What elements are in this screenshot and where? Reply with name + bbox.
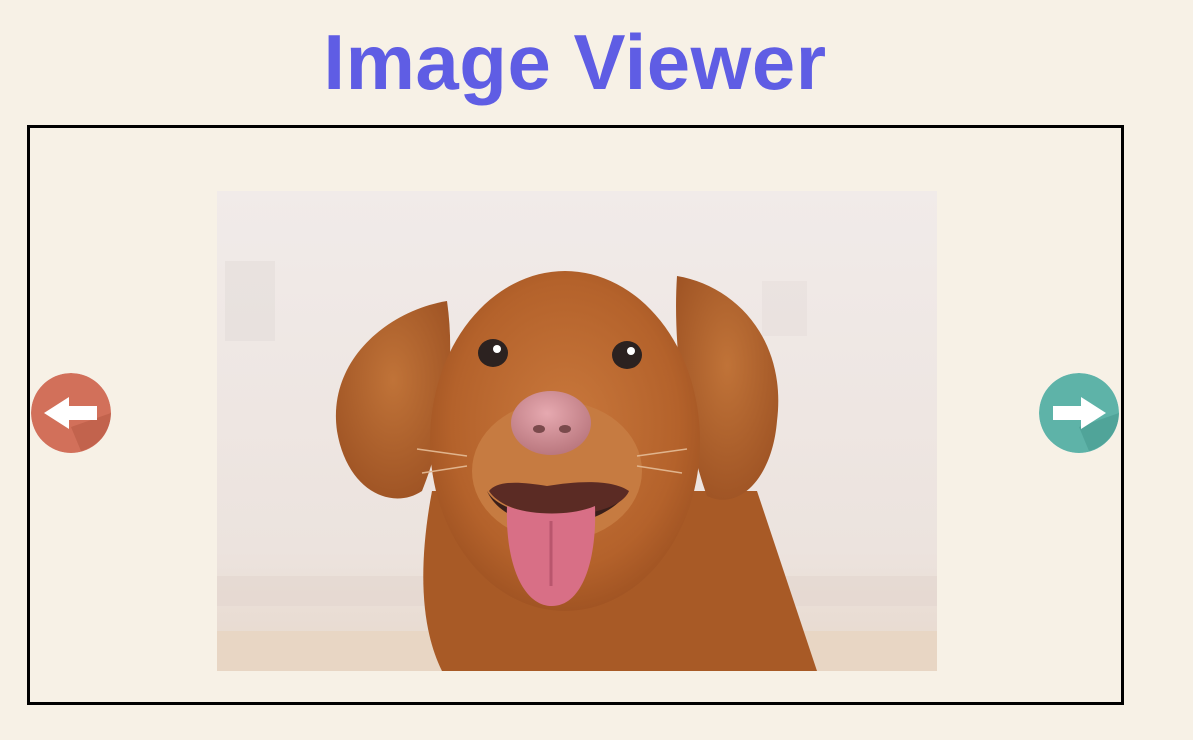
arrow-right-icon — [1039, 373, 1119, 453]
dog-photo — [217, 191, 937, 671]
image-viewer-frame — [27, 125, 1124, 705]
arrow-left-icon — [31, 373, 111, 453]
previous-image-button[interactable] — [31, 373, 111, 453]
page-title: Image Viewer — [323, 18, 827, 106]
next-image-button[interactable] — [1039, 373, 1119, 453]
